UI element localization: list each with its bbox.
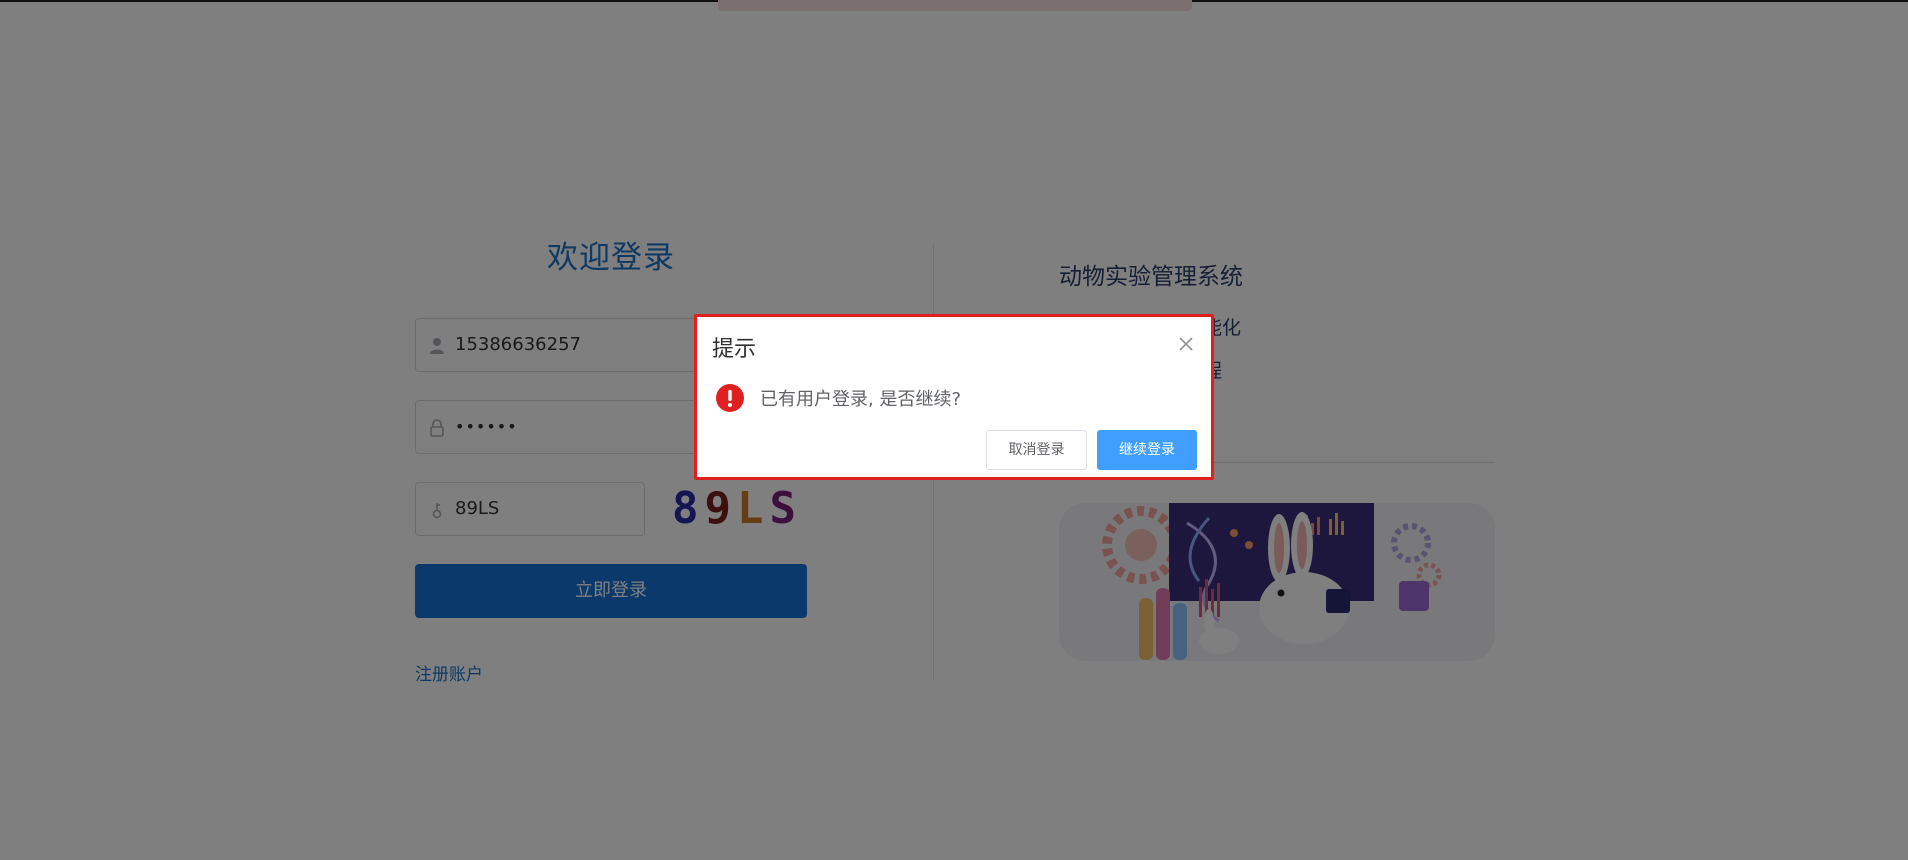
warning-icon [716, 384, 744, 412]
dialog-message: 已有用户登录, 是否继续? [760, 389, 961, 410]
continue-login-button[interactable]: 继续登录 [1097, 430, 1197, 470]
cancel-login-button[interactable]: 取消登录 [986, 430, 1087, 470]
close-icon[interactable] [1177, 335, 1195, 353]
login-page: 欢迎登录 15386636257 •••••• 89LS 89LS 立即登录 注… [0, 0, 1908, 860]
dialog-title: 提示 [712, 337, 757, 362]
confirm-dialog: 提示 已有用户登录, 是否继续? 取消登录 继续登录 [694, 314, 1214, 480]
